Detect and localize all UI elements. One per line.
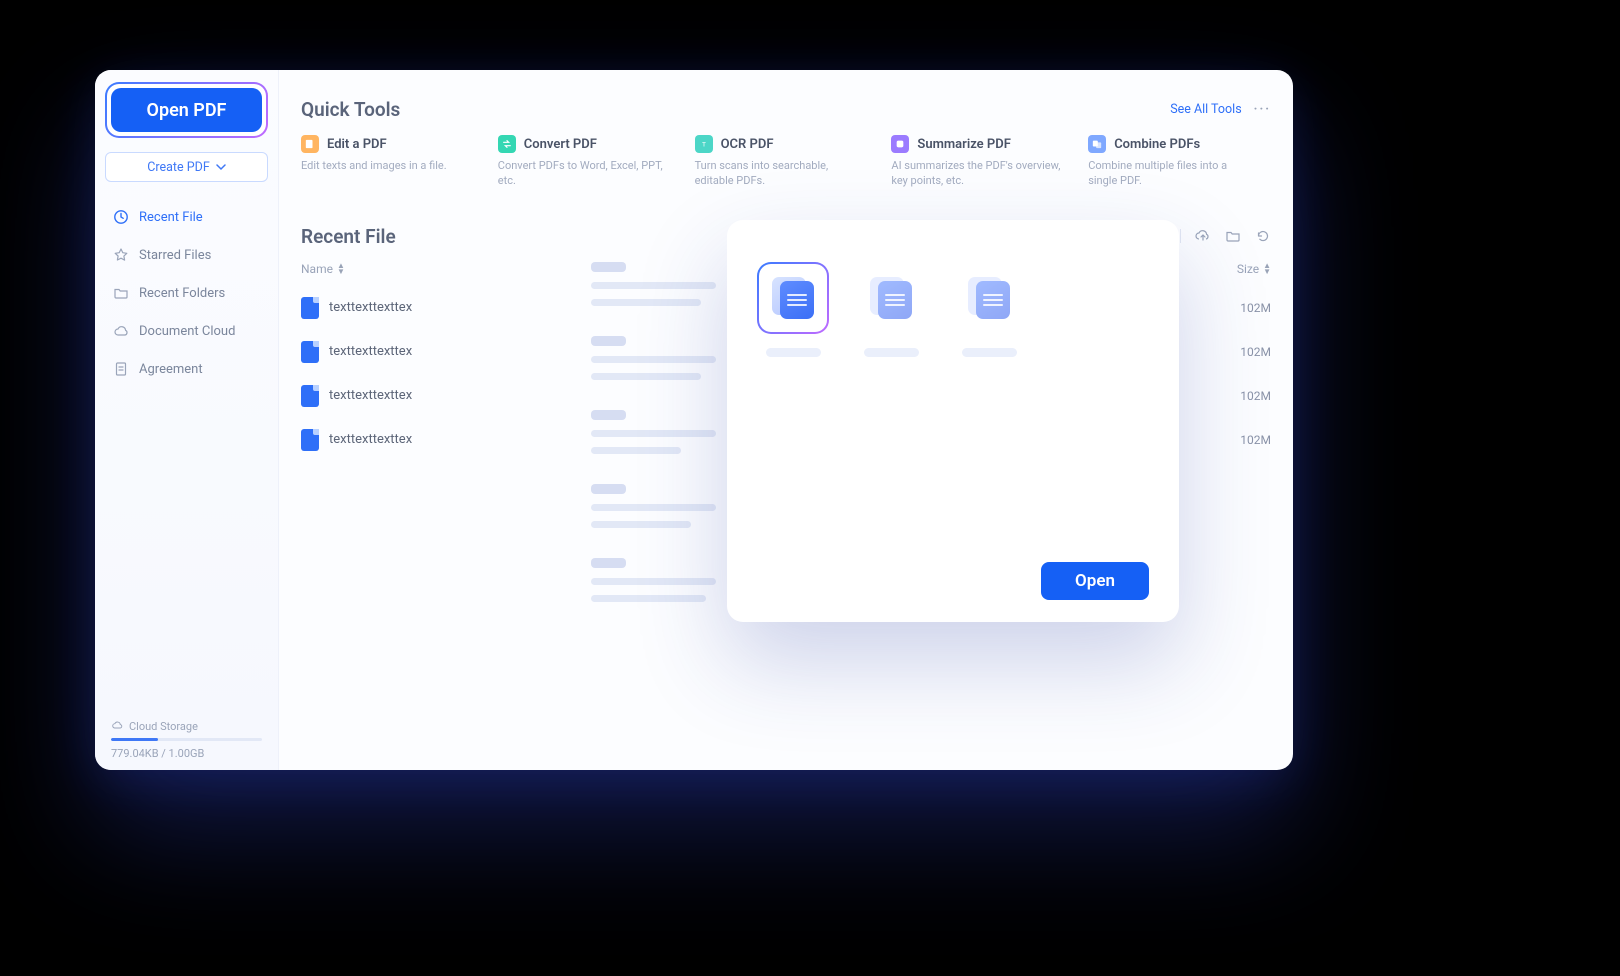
dialog-thumb-item[interactable] xyxy=(953,262,1025,357)
tool-summarize-pdf[interactable]: Summarize PDF AI summarizes the PDF's ov… xyxy=(891,135,1074,189)
tool-desc: Turn scans into searchable, editable PDF… xyxy=(695,159,865,189)
sidebar-nav: Recent File Starred Files Recent Folders… xyxy=(95,198,278,388)
sort-icon: ▲▼ xyxy=(337,263,345,274)
quick-tools-row: Edit a PDF Edit texts and images in a fi… xyxy=(301,135,1271,189)
file-size: 102M xyxy=(1201,345,1271,359)
folder-icon xyxy=(113,285,129,301)
svg-text:T: T xyxy=(702,141,706,149)
open-pdf-highlight: Open PDF xyxy=(105,82,268,138)
see-all-tools-link[interactable]: See All Tools xyxy=(1170,102,1241,117)
thumb-label-placeholder xyxy=(766,348,821,357)
sidebar-item-recent-file[interactable]: Recent File xyxy=(95,198,278,236)
sidebar-item-starred-files[interactable]: Starred Files xyxy=(95,236,278,274)
dialog-thumb-item[interactable] xyxy=(757,262,829,357)
quick-tools-header: Quick Tools See All Tools ··· xyxy=(301,98,1271,121)
storage-usage-text: 779.04KB / 1.00GB xyxy=(111,747,262,760)
cloud-icon xyxy=(111,719,123,734)
sidebar-item-label: Document Cloud xyxy=(139,324,235,339)
tool-desc: Edit texts and images in a file. xyxy=(301,159,471,174)
cloud-icon xyxy=(113,323,129,339)
star-icon xyxy=(113,247,129,263)
file-thumb xyxy=(855,262,927,334)
tool-desc: AI summarizes the PDF's overview, key po… xyxy=(891,159,1061,189)
tool-edit-pdf[interactable]: Edit a PDF Edit texts and images in a fi… xyxy=(301,135,484,189)
file-thumb xyxy=(953,262,1025,334)
tool-title: Summarize PDF xyxy=(917,137,1010,152)
page-title: Quick Tools xyxy=(301,98,400,121)
file-size: 102M xyxy=(1201,433,1271,447)
chevron-down-icon xyxy=(216,162,226,172)
tool-title: OCR PDF xyxy=(721,137,774,152)
dialog-open-button[interactable]: Open xyxy=(1041,562,1149,600)
tool-desc: Combine multiple files into a single PDF… xyxy=(1088,159,1258,189)
create-pdf-button[interactable]: Create PDF xyxy=(105,152,268,182)
edit-pdf-icon xyxy=(301,135,319,153)
tool-title: Combine PDFs xyxy=(1114,137,1200,152)
tool-ocr-pdf[interactable]: T OCR PDF Turn scans into searchable, ed… xyxy=(695,135,878,189)
pdf-file-icon xyxy=(301,297,319,319)
tool-desc: Convert PDFs to Word, Excel, PPT, etc. xyxy=(498,159,668,189)
thumb-label-placeholder xyxy=(864,348,919,357)
open-file-dialog: Open xyxy=(727,220,1179,622)
sidebar-item-label: Recent File xyxy=(139,210,203,225)
dialog-thumbnails xyxy=(757,262,1149,357)
tool-combine-pdfs[interactable]: Combine PDFs Combine multiple files into… xyxy=(1088,135,1271,189)
cloud-storage-panel: Cloud Storage 779.04KB / 1.00GB xyxy=(95,713,278,760)
sidebar-item-label: Recent Folders xyxy=(139,286,225,301)
open-folder-icon[interactable] xyxy=(1225,228,1241,244)
refresh-icon[interactable] xyxy=(1255,228,1271,244)
tool-title: Edit a PDF xyxy=(327,137,387,152)
storage-progress xyxy=(111,738,262,741)
sidebar-item-agreement[interactable]: Agreement xyxy=(95,350,278,388)
create-pdf-label: Create PDF xyxy=(147,160,210,175)
file-thumb-selected xyxy=(757,262,829,334)
sidebar-item-label: Agreement xyxy=(139,362,203,377)
app-window: Open PDF Create PDF Recent File Starred … xyxy=(95,70,1293,770)
thumb-label-placeholder xyxy=(962,348,1017,357)
ocr-pdf-icon: T xyxy=(695,135,713,153)
dialog-thumb-item[interactable] xyxy=(855,262,927,357)
sidebar-item-label: Starred Files xyxy=(139,248,211,263)
pdf-file-icon xyxy=(301,385,319,407)
clock-icon xyxy=(113,209,129,225)
sidebar-item-recent-folders[interactable]: Recent Folders xyxy=(95,274,278,312)
sidebar: Open PDF Create PDF Recent File Starred … xyxy=(95,70,279,770)
file-size: 102M xyxy=(1201,389,1271,403)
pdf-file-icon xyxy=(301,341,319,363)
summarize-pdf-icon xyxy=(891,135,909,153)
pdf-file-icon xyxy=(301,429,319,451)
cloud-storage-label: Cloud Storage xyxy=(129,720,198,733)
tool-convert-pdf[interactable]: Convert PDF Convert PDFs to Word, Excel,… xyxy=(498,135,681,189)
sidebar-item-document-cloud[interactable]: Document Cloud xyxy=(95,312,278,350)
open-pdf-button[interactable]: Open PDF xyxy=(111,88,262,132)
sort-icon: ▲▼ xyxy=(1263,263,1271,274)
loading-skeleton xyxy=(591,262,729,602)
main-area: Quick Tools See All Tools ··· Edit a PDF… xyxy=(279,70,1293,770)
combine-pdfs-icon xyxy=(1088,135,1106,153)
document-icon xyxy=(113,361,129,377)
upload-icon[interactable] xyxy=(1195,228,1211,244)
convert-pdf-icon xyxy=(498,135,516,153)
recent-heading: Recent File xyxy=(301,225,396,248)
column-size[interactable]: Size ▲▼ xyxy=(1201,262,1271,276)
more-icon[interactable]: ··· xyxy=(1254,102,1271,117)
tool-title: Convert PDF xyxy=(524,137,597,152)
file-size: 102M xyxy=(1201,301,1271,315)
